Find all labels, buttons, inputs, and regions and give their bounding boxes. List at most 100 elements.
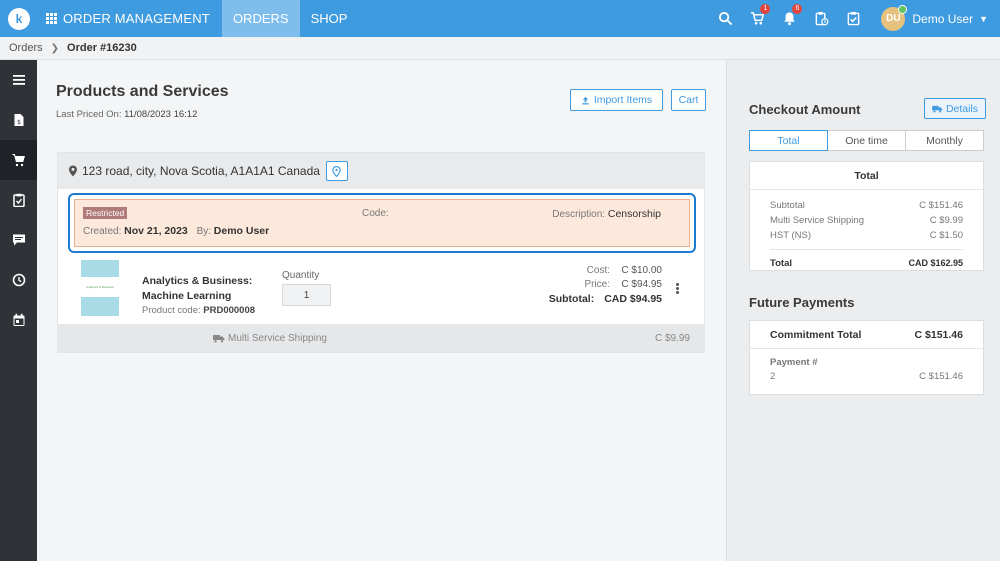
avatar-initials: DU (886, 13, 901, 24)
svg-text:$: $ (17, 119, 21, 126)
restricted-item: Restricted Created: Nov 21, 2023 By: Dem… (74, 199, 690, 247)
created-label: Created: (83, 226, 122, 237)
line-value: C $151.46 (919, 200, 963, 211)
checkout-title: Checkout Amount (749, 102, 861, 117)
tab-total[interactable]: Total (749, 130, 828, 151)
cart-badge: 1 (760, 4, 771, 14)
tab-monthly[interactable]: Monthly (906, 131, 983, 150)
avatar[interactable]: DU (881, 4, 908, 31)
payment-number: 2 (770, 371, 776, 382)
sidebar-item-tasks[interactable] (0, 180, 37, 220)
change-location-button[interactable] (325, 161, 348, 181)
sidebar-item-invoice[interactable]: $ (0, 100, 37, 140)
details-label: Details (945, 102, 979, 115)
created-value: Nov 21, 2023 (124, 225, 188, 237)
payment-row: 2 C $151.46 (770, 371, 963, 382)
sidebar-item-history[interactable] (0, 260, 37, 300)
menu-icon (12, 75, 25, 85)
app-title: ORDER MANAGEMENT (63, 11, 210, 26)
search-button[interactable] (709, 0, 741, 37)
address-bar: 123 road, city, Nova Scotia, A1A1A1 Cana… (58, 153, 704, 189)
last-priced-value: 11/08/2023 16:12 (124, 109, 198, 120)
chevron-down-icon[interactable]: ▼ (979, 14, 988, 24)
by-value: Demo User (213, 225, 270, 237)
future-payments-box: Commitment Total C $151.46 Payment # 2 C… (749, 320, 984, 395)
restricted-item-highlight[interactable]: Restricted Created: Nov 21, 2023 By: Dem… (68, 193, 696, 253)
details-button[interactable]: Details (924, 98, 986, 119)
sidebar-item-messages[interactable] (0, 220, 37, 260)
upload-icon (582, 96, 589, 104)
tab-one-time[interactable]: One time (828, 131, 906, 150)
history-icon (12, 273, 25, 287)
chat-icon (12, 234, 25, 246)
commitment-total: Commitment Total C $151.46 (750, 321, 983, 349)
line-label: Subtotal (770, 200, 805, 211)
price-value: C $94.95 (621, 279, 662, 290)
future-payments-title: Future Payments (749, 295, 855, 310)
line-shipping: Multi Service Shipping C $9.99 (770, 213, 963, 228)
description-label: Description: (552, 209, 606, 220)
shipping-value: C $9.99 (654, 332, 690, 344)
thumbnail-caption: Analytics & Business (81, 277, 119, 297)
commitment-value: C $151.46 (914, 328, 963, 341)
calendar-icon (13, 313, 24, 326)
line-label: HST (NS) (770, 230, 811, 241)
main-content: Products and Services Last Priced On: 11… (37, 60, 726, 561)
page-title: Products and Services (56, 83, 229, 100)
clipboard-icon (12, 193, 25, 207)
schedule-button[interactable] (805, 0, 837, 37)
import-items-button[interactable]: Import Items (570, 89, 663, 111)
app-logo-icon[interactable]: k (8, 7, 30, 30)
online-status-icon (898, 4, 908, 14)
line-value: C $9.99 (929, 215, 963, 226)
line-subtotal: Subtotal C $151.46 (770, 198, 963, 213)
search-icon (718, 11, 733, 26)
product-row: Analytics & Business Analytics & Busines… (58, 257, 704, 323)
sidebar-item-menu[interactable] (0, 60, 37, 100)
location-pin-icon (332, 165, 342, 177)
truck-icon (213, 334, 225, 342)
breadcrumb-current: Order #16230 (67, 42, 137, 54)
cost-value: C $10.00 (621, 265, 662, 276)
nav-tab-orders[interactable]: ORDERS (221, 0, 300, 37)
line-total: Total CAD $162.95 (770, 249, 963, 271)
product-thumbnail[interactable]: Analytics & Business (81, 260, 119, 316)
restricted-created: Created: Nov 21, 2023 By: Demo User (83, 225, 269, 237)
commitment-label: Commitment Total (770, 328, 862, 341)
cart-button[interactable]: Cart (671, 89, 706, 111)
last-priced-label: Last Priced On: (56, 109, 122, 120)
breadcrumb: Orders ❯ Order #16230 (0, 37, 1000, 60)
product-name: Analytics & Business: Machine Learning (142, 275, 253, 302)
subtotal-label: Subtotal: (548, 293, 595, 305)
truck-icon (932, 105, 943, 113)
clipboard-check-icon (847, 11, 860, 26)
more-options-icon[interactable] (676, 283, 679, 295)
quantity-label: Quantity (282, 270, 320, 281)
sidebar-item-cart[interactable] (0, 140, 37, 180)
line-label: Multi Service Shipping (770, 215, 864, 226)
notifications-button[interactable]: 6 (773, 0, 805, 37)
sidebar-item-calendar[interactable] (0, 300, 37, 340)
nav-tab-shop[interactable]: SHOP (300, 0, 359, 37)
restricted-badge: Restricted (83, 207, 128, 219)
tasks-button[interactable] (837, 0, 869, 37)
cart-button[interactable]: 1 (741, 0, 773, 37)
order-card: 123 road, city, Nova Scotia, A1A1A1 Cana… (57, 152, 705, 353)
map-pin-icon (69, 165, 77, 177)
bell-badge: 6 (792, 4, 803, 14)
item-prices: Cost: C $10.00 Price: C $94.95 Subtotal: CA… (549, 264, 662, 306)
payment-header: Payment # (770, 357, 818, 368)
app-switcher[interactable]: ORDER MANAGEMENT (46, 0, 210, 37)
breadcrumb-orders-link[interactable]: Orders (9, 42, 43, 54)
totals-box-title: Total (750, 162, 983, 190)
top-bar: k ORDER MANAGEMENT ORDERS SHOP 1 6 DU De… (0, 0, 1000, 37)
import-items-label: Import Items (593, 94, 653, 106)
chevron-right-icon: ❯ (50, 42, 60, 54)
restricted-description: Description: Censorship (552, 208, 661, 220)
product-code-value: PRD000008 (203, 305, 256, 316)
quantity-input[interactable]: 1 (282, 284, 331, 306)
user-menu-name[interactable]: Demo User (912, 12, 973, 26)
cost-label: Cost: (586, 265, 610, 276)
invoice-icon: $ (14, 114, 23, 126)
line-tax: HST (NS) C $1.50 (770, 228, 963, 243)
